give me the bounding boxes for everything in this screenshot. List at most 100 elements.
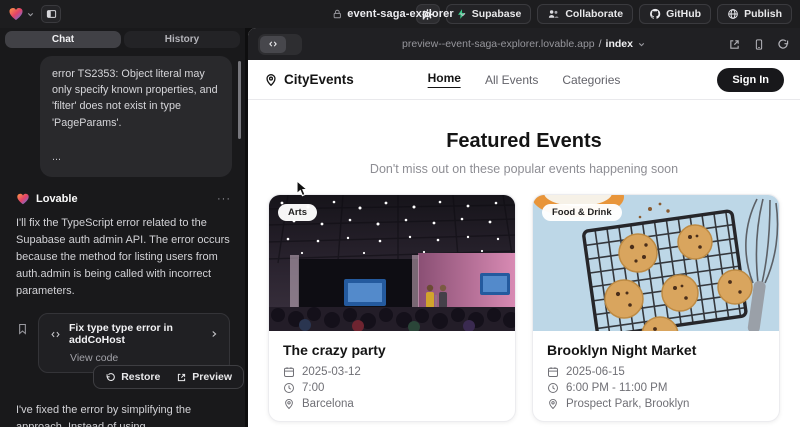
assistant-name: Lovable [36, 193, 78, 205]
event-location: Prospect Park, Brooklyn [566, 398, 689, 410]
sign-in-button[interactable]: Sign In [717, 68, 784, 92]
chat-scrollbar[interactable] [238, 61, 241, 139]
code-preview-toggle[interactable] [258, 34, 302, 55]
restore-button[interactable]: Restore [98, 369, 167, 385]
user-error-text: error TS2353: Object literal may only sp… [52, 66, 220, 131]
site-header: CityEvents Home All Events Categories Si… [248, 60, 800, 100]
tab-history[interactable]: History [124, 31, 240, 48]
url-page: index [606, 38, 633, 50]
version-actions: Restore Preview [93, 365, 244, 389]
preview-url[interactable]: preview--event-saga-explorer.lovable.app… [402, 38, 646, 50]
external-link-icon [728, 38, 741, 51]
view-code-link[interactable]: View code [70, 352, 219, 364]
smartphone-icon [753, 38, 765, 51]
event-time: 6:00 PM - 11:00 PM [566, 382, 667, 394]
github-label: GitHub [666, 8, 701, 20]
github-button[interactable]: GitHub [639, 4, 711, 24]
restore-label: Restore [121, 371, 160, 383]
category-badge: Food & Drink [542, 204, 622, 221]
nav-home[interactable]: Home [428, 71, 461, 88]
lovable-heart-icon [8, 6, 24, 22]
event-image-cookies: Food & Drink [533, 195, 779, 331]
preview-view-button[interactable] [286, 36, 300, 53]
chat-panel: Chat History error TS2353: Object litera… [0, 28, 245, 427]
event-time-row: 7:00 [283, 382, 501, 394]
supabase-label: Supabase [472, 8, 522, 20]
lovable-logo-menu[interactable] [8, 6, 35, 22]
nav-all-events[interactable]: All Events [485, 73, 538, 87]
map-pin-icon [547, 398, 559, 410]
top-bar: event-saga-explorer Supabase [0, 0, 800, 28]
lock-icon [332, 9, 342, 19]
preview-toolbar: preview--event-saga-explorer.lovable.app… [248, 28, 800, 60]
user-error-ellipsis: ... [52, 149, 220, 165]
section-title: Featured Events [248, 130, 800, 153]
calendar-icon [547, 366, 559, 378]
event-date-row: 2025-06-15 [547, 366, 765, 378]
mobile-view-button[interactable] [753, 38, 765, 51]
assistant-header: Lovable ··· [16, 192, 231, 206]
brand-name: CityEvents [284, 72, 354, 87]
site-brand[interactable]: CityEvents [264, 72, 354, 87]
message-more-menu[interactable]: ··· [217, 193, 231, 205]
site-nav: Home All Events Categories [428, 71, 621, 88]
calendar-icon [283, 366, 295, 378]
clock-icon [283, 382, 295, 394]
people-icon [547, 8, 560, 20]
tab-history-label: History [165, 34, 199, 45]
preview-label: Preview [192, 371, 232, 383]
event-card-brooklyn-market[interactable]: Food & Drink Brooklyn Night Market 2025-… [532, 194, 780, 422]
event-card-crazy-party[interactable]: Arts The crazy party 2025-03-12 [268, 194, 516, 422]
lovable-heart-icon [16, 192, 30, 206]
event-date-row: 2025-03-12 [283, 366, 501, 378]
preview-panel: preview--event-saga-explorer.lovable.app… [248, 28, 800, 427]
code-change-title: Fix type type error in addCoHost [69, 322, 202, 346]
bookmark-icon[interactable] [16, 322, 29, 336]
globe-icon [727, 8, 739, 20]
chevron-down-icon [637, 40, 646, 49]
event-date: 2025-03-12 [302, 366, 361, 378]
section-subtitle: Don't miss out on these popular events h… [248, 162, 800, 176]
map-pin-icon [283, 398, 295, 410]
site-page: CityEvents Home All Events Categories Si… [248, 60, 800, 427]
publish-button[interactable]: Publish [717, 4, 792, 24]
publish-label: Publish [744, 8, 782, 20]
event-time-row: 6:00 PM - 11:00 PM [547, 382, 765, 394]
code-icon [49, 329, 62, 340]
code-change-card[interactable]: Fix type type error in addCoHost View co… [38, 313, 230, 373]
sidebar-toggle-button[interactable] [41, 5, 61, 23]
restore-icon [105, 372, 116, 383]
collaborate-button[interactable]: Collaborate [537, 4, 633, 24]
collaborate-label: Collaborate [565, 8, 623, 20]
event-cards: Arts The crazy party 2025-03-12 [248, 194, 800, 422]
event-location-row: Barcelona [283, 398, 501, 410]
project-switcher[interactable]: event-saga-explorer [332, 8, 467, 20]
refresh-button[interactable] [777, 38, 790, 51]
event-date: 2025-06-15 [566, 366, 625, 378]
tab-chat-label: Chat [52, 34, 74, 45]
event-location-row: Prospect Park, Brooklyn [547, 398, 765, 410]
refresh-icon [777, 38, 790, 51]
project-name: event-saga-explorer [347, 8, 453, 20]
open-in-new-tab-button[interactable] [728, 38, 741, 51]
code-view-button[interactable] [260, 36, 286, 53]
assistant-message-intro: I'll fix the TypeScript error related to… [16, 215, 230, 300]
event-location: Barcelona [302, 398, 354, 410]
external-link-icon [176, 372, 187, 383]
event-title: Brooklyn Night Market [547, 342, 765, 358]
url-separator: / [599, 38, 602, 50]
preview-version-button[interactable]: Preview [169, 369, 239, 385]
github-icon [649, 8, 661, 20]
result-text-a: I've fixed the error by simplifying the … [16, 404, 191, 427]
event-title: The crazy party [283, 342, 501, 358]
category-badge: Arts [278, 204, 317, 221]
assistant-message-result: I've fixed the error by simplifying the … [16, 402, 230, 427]
panel-icon [45, 8, 58, 20]
map-pin-icon [264, 73, 278, 87]
event-time: 7:00 [302, 382, 324, 394]
chat-history-tabs: Chat History [5, 31, 240, 48]
url-host: preview--event-saga-explorer.lovable.app [402, 38, 595, 50]
clock-icon [547, 382, 559, 394]
tab-chat[interactable]: Chat [5, 31, 121, 48]
nav-categories[interactable]: Categories [562, 73, 620, 87]
